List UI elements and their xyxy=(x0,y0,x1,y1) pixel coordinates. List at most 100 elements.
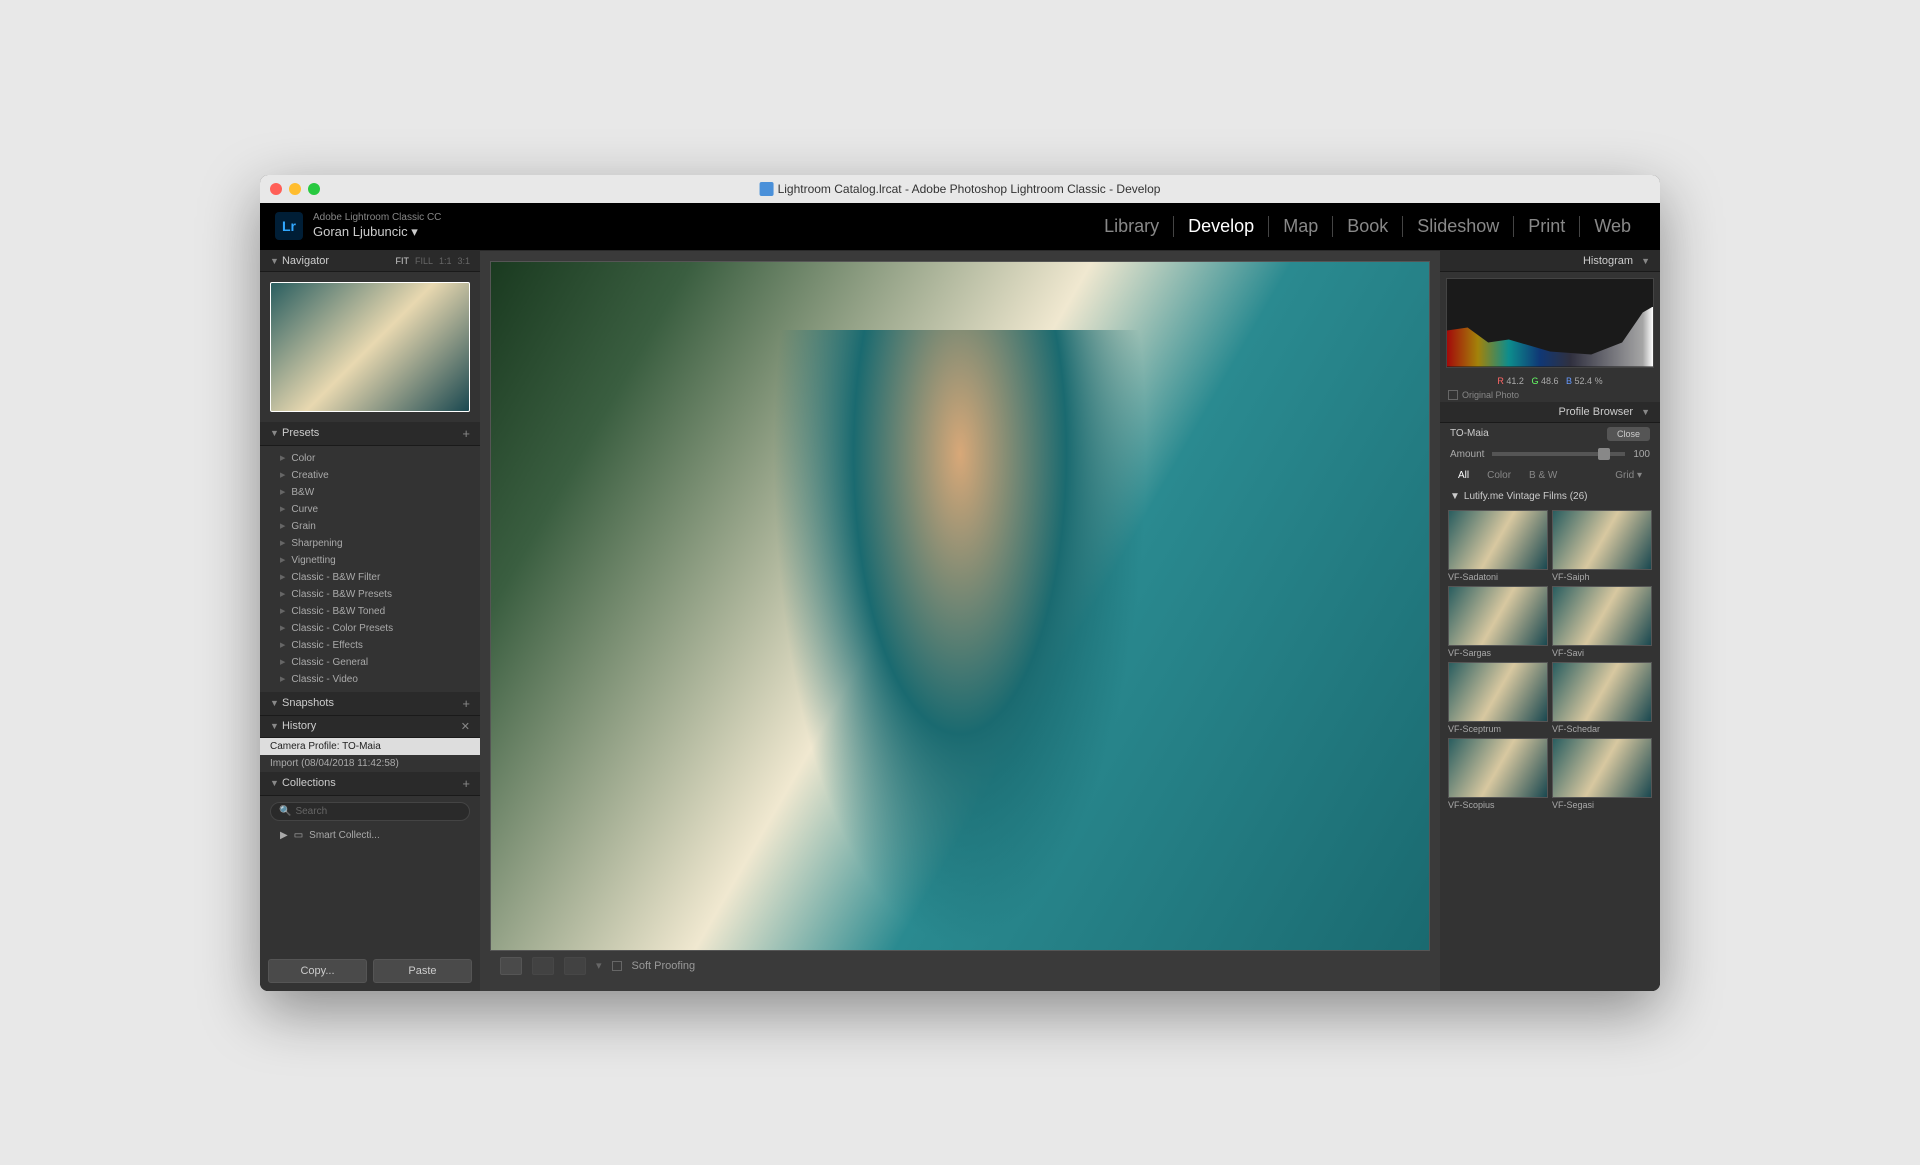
preset-folder[interactable]: ▶Curve xyxy=(260,501,480,518)
slider-handle[interactable] xyxy=(1598,448,1610,460)
collection-item[interactable]: ▶ ▭ Smart Collecti... xyxy=(260,827,480,844)
preset-folder[interactable]: ▶Classic - B&W Presets xyxy=(260,586,480,603)
histogram-header[interactable]: Histogram ▼ xyxy=(1440,251,1660,272)
navigator-zoom-controls: FIT FILL 1:1 3:1 xyxy=(395,256,470,266)
presets-header[interactable]: ▼ Presets + xyxy=(260,422,480,446)
collection-label: Smart Collecti... xyxy=(309,830,380,841)
module-library[interactable]: Library xyxy=(1090,216,1174,237)
module-map[interactable]: Map xyxy=(1269,216,1333,237)
history-header[interactable]: ▼ History ✕ xyxy=(260,716,480,738)
add-collection-icon[interactable]: + xyxy=(462,776,470,791)
minimize-window-button[interactable] xyxy=(289,183,301,195)
preset-folder[interactable]: ▶Classic - Effects xyxy=(260,637,480,654)
zoom-fit[interactable]: FIT xyxy=(395,256,409,266)
add-snapshot-icon[interactable]: + xyxy=(462,696,470,711)
collections-search-input[interactable]: 🔍 Search xyxy=(270,802,470,821)
app-name-label: Adobe Lightroom Classic CC xyxy=(313,211,441,224)
profile-thumbnail[interactable]: VF-Segasi xyxy=(1552,738,1652,810)
zoom-3:1[interactable]: 3:1 xyxy=(457,256,470,266)
original-photo-toggle[interactable]: Original Photo xyxy=(1440,388,1660,402)
add-preset-icon[interactable]: + xyxy=(462,426,470,441)
copy-paste-buttons: Copy... Paste xyxy=(260,951,480,991)
amount-label: Amount xyxy=(1450,449,1484,460)
preset-folder[interactable]: ▶B&W xyxy=(260,484,480,501)
navigator-header[interactable]: ▼ Navigator FITFILL1:13:1 xyxy=(260,251,480,272)
collections-header[interactable]: ▼ Collections + xyxy=(260,772,480,796)
profile-name-label: VF-Scopius xyxy=(1448,800,1548,810)
preset-label: Creative xyxy=(291,470,328,481)
history-item[interactable]: Import (08/04/2018 11:42:58) xyxy=(260,755,480,772)
app-window: Lightroom Catalog.lrcat - Adobe Photosho… xyxy=(260,175,1660,991)
profile-thumbnail[interactable]: VF-Savi xyxy=(1552,586,1652,658)
identity-plate[interactable]: Lr Adobe Lightroom Classic CC Goran Ljub… xyxy=(275,211,441,241)
close-profile-browser-button[interactable]: Close xyxy=(1607,427,1650,441)
amount-slider[interactable] xyxy=(1492,452,1625,456)
preset-folder[interactable]: ▶Sharpening xyxy=(260,535,480,552)
copy-button[interactable]: Copy... xyxy=(268,959,367,983)
preset-folder[interactable]: ▶Classic - Color Presets xyxy=(260,620,480,637)
clear-history-icon[interactable]: ✕ xyxy=(461,720,470,733)
profile-thumbnail[interactable]: VF-Schedar xyxy=(1552,662,1652,734)
module-web[interactable]: Web xyxy=(1580,216,1645,237)
preset-label: Grain xyxy=(291,521,315,532)
profile-thumbnail[interactable]: VF-Sceptrum xyxy=(1448,662,1548,734)
disclosure-triangle-icon: ▶ xyxy=(280,488,285,496)
search-placeholder: Search xyxy=(295,806,327,817)
preset-folder[interactable]: ▶Classic - Video xyxy=(260,671,480,688)
profile-grid: VF-SadatoniVF-SaiphVF-Sargas VF-Savi VF-Sc… xyxy=(1440,506,1660,814)
filter-tab-bw[interactable]: B & W xyxy=(1521,468,1565,483)
histogram-curve xyxy=(1447,307,1653,367)
module-print[interactable]: Print xyxy=(1514,216,1580,237)
preset-label: Vignetting xyxy=(291,555,335,566)
before-after-icon[interactable] xyxy=(532,957,554,975)
profile-view-mode[interactable]: Grid ▾ xyxy=(1607,468,1650,483)
paste-button[interactable]: Paste xyxy=(373,959,472,983)
disclosure-triangle-icon: ▼ xyxy=(270,698,279,708)
app-icon xyxy=(760,182,774,196)
soft-proofing-checkbox[interactable] xyxy=(612,961,622,971)
profile-name-label: VF-Savi xyxy=(1552,648,1652,658)
module-book[interactable]: Book xyxy=(1333,216,1403,237)
preset-folder[interactable]: ▶Vignetting xyxy=(260,552,480,569)
module-develop[interactable]: Develop xyxy=(1174,216,1269,237)
maximize-window-button[interactable] xyxy=(308,183,320,195)
filter-tab-color[interactable]: Color xyxy=(1479,468,1519,483)
disclosure-triangle-icon: ▼ xyxy=(270,256,279,266)
profile-thumbnail[interactable]: VF-Scopius xyxy=(1448,738,1548,810)
preset-folder[interactable]: ▶Classic - B&W Toned xyxy=(260,603,480,620)
zoom-fill[interactable]: FILL xyxy=(415,256,433,266)
search-icon: 🔍 xyxy=(279,806,291,817)
preset-folder[interactable]: ▶ Color xyxy=(260,450,480,467)
profile-browser-header[interactable]: Profile Browser ▼ xyxy=(1440,402,1660,423)
disclosure-triangle-icon: ▶ xyxy=(280,454,285,462)
profile-section-title: Lutify.me Vintage Films (26) xyxy=(1464,491,1588,502)
preset-folder[interactable]: ▶Classic - General xyxy=(260,654,480,671)
profile-preview-image xyxy=(1448,662,1548,722)
history-item[interactable]: Camera Profile: TO-Maia xyxy=(260,738,480,755)
profile-preview-image xyxy=(1552,662,1652,722)
profile-thumbnail[interactable]: VF-Sadatoni xyxy=(1448,510,1548,582)
left-panel: ▼ Navigator FITFILL1:13:1 ▼ Presets + ▶C… xyxy=(260,251,480,991)
close-window-button[interactable] xyxy=(270,183,282,195)
zoom-1:1[interactable]: 1:1 xyxy=(439,256,452,266)
module-picker: LibraryDevelopMapBookSlideshowPrintWeb xyxy=(1090,216,1645,237)
preset-label: Color xyxy=(291,453,315,464)
loupe-view-icon[interactable] xyxy=(500,957,522,975)
profile-thumbnail[interactable]: VF-Sargas xyxy=(1448,586,1548,658)
profile-browser-title: Profile Browser xyxy=(1559,406,1634,418)
snapshots-header[interactable]: ▼ Snapshots + xyxy=(260,692,480,716)
main-photo[interactable] xyxy=(490,261,1430,951)
compare-view-icon[interactable] xyxy=(564,957,586,975)
preset-folder[interactable]: ▶Grain xyxy=(260,518,480,535)
module-slideshow[interactable]: Slideshow xyxy=(1403,216,1514,237)
profile-thumbnail[interactable]: VF-Saiph xyxy=(1552,510,1652,582)
navigator-thumbnail[interactable] xyxy=(270,282,470,412)
disclosure-triangle-icon: ▼ xyxy=(1450,491,1460,502)
collections-title: Collections xyxy=(282,777,336,789)
profile-section-header[interactable]: ▼ Lutify.me Vintage Films (26) xyxy=(1440,487,1660,506)
filter-tab-all[interactable]: All xyxy=(1450,468,1477,483)
histogram-display[interactable] xyxy=(1446,278,1654,368)
preset-folder[interactable]: ▶Classic - B&W Filter xyxy=(260,569,480,586)
preset-folder[interactable]: ▶Creative xyxy=(260,467,480,484)
dropdown-icon[interactable]: ▾ xyxy=(596,959,602,972)
